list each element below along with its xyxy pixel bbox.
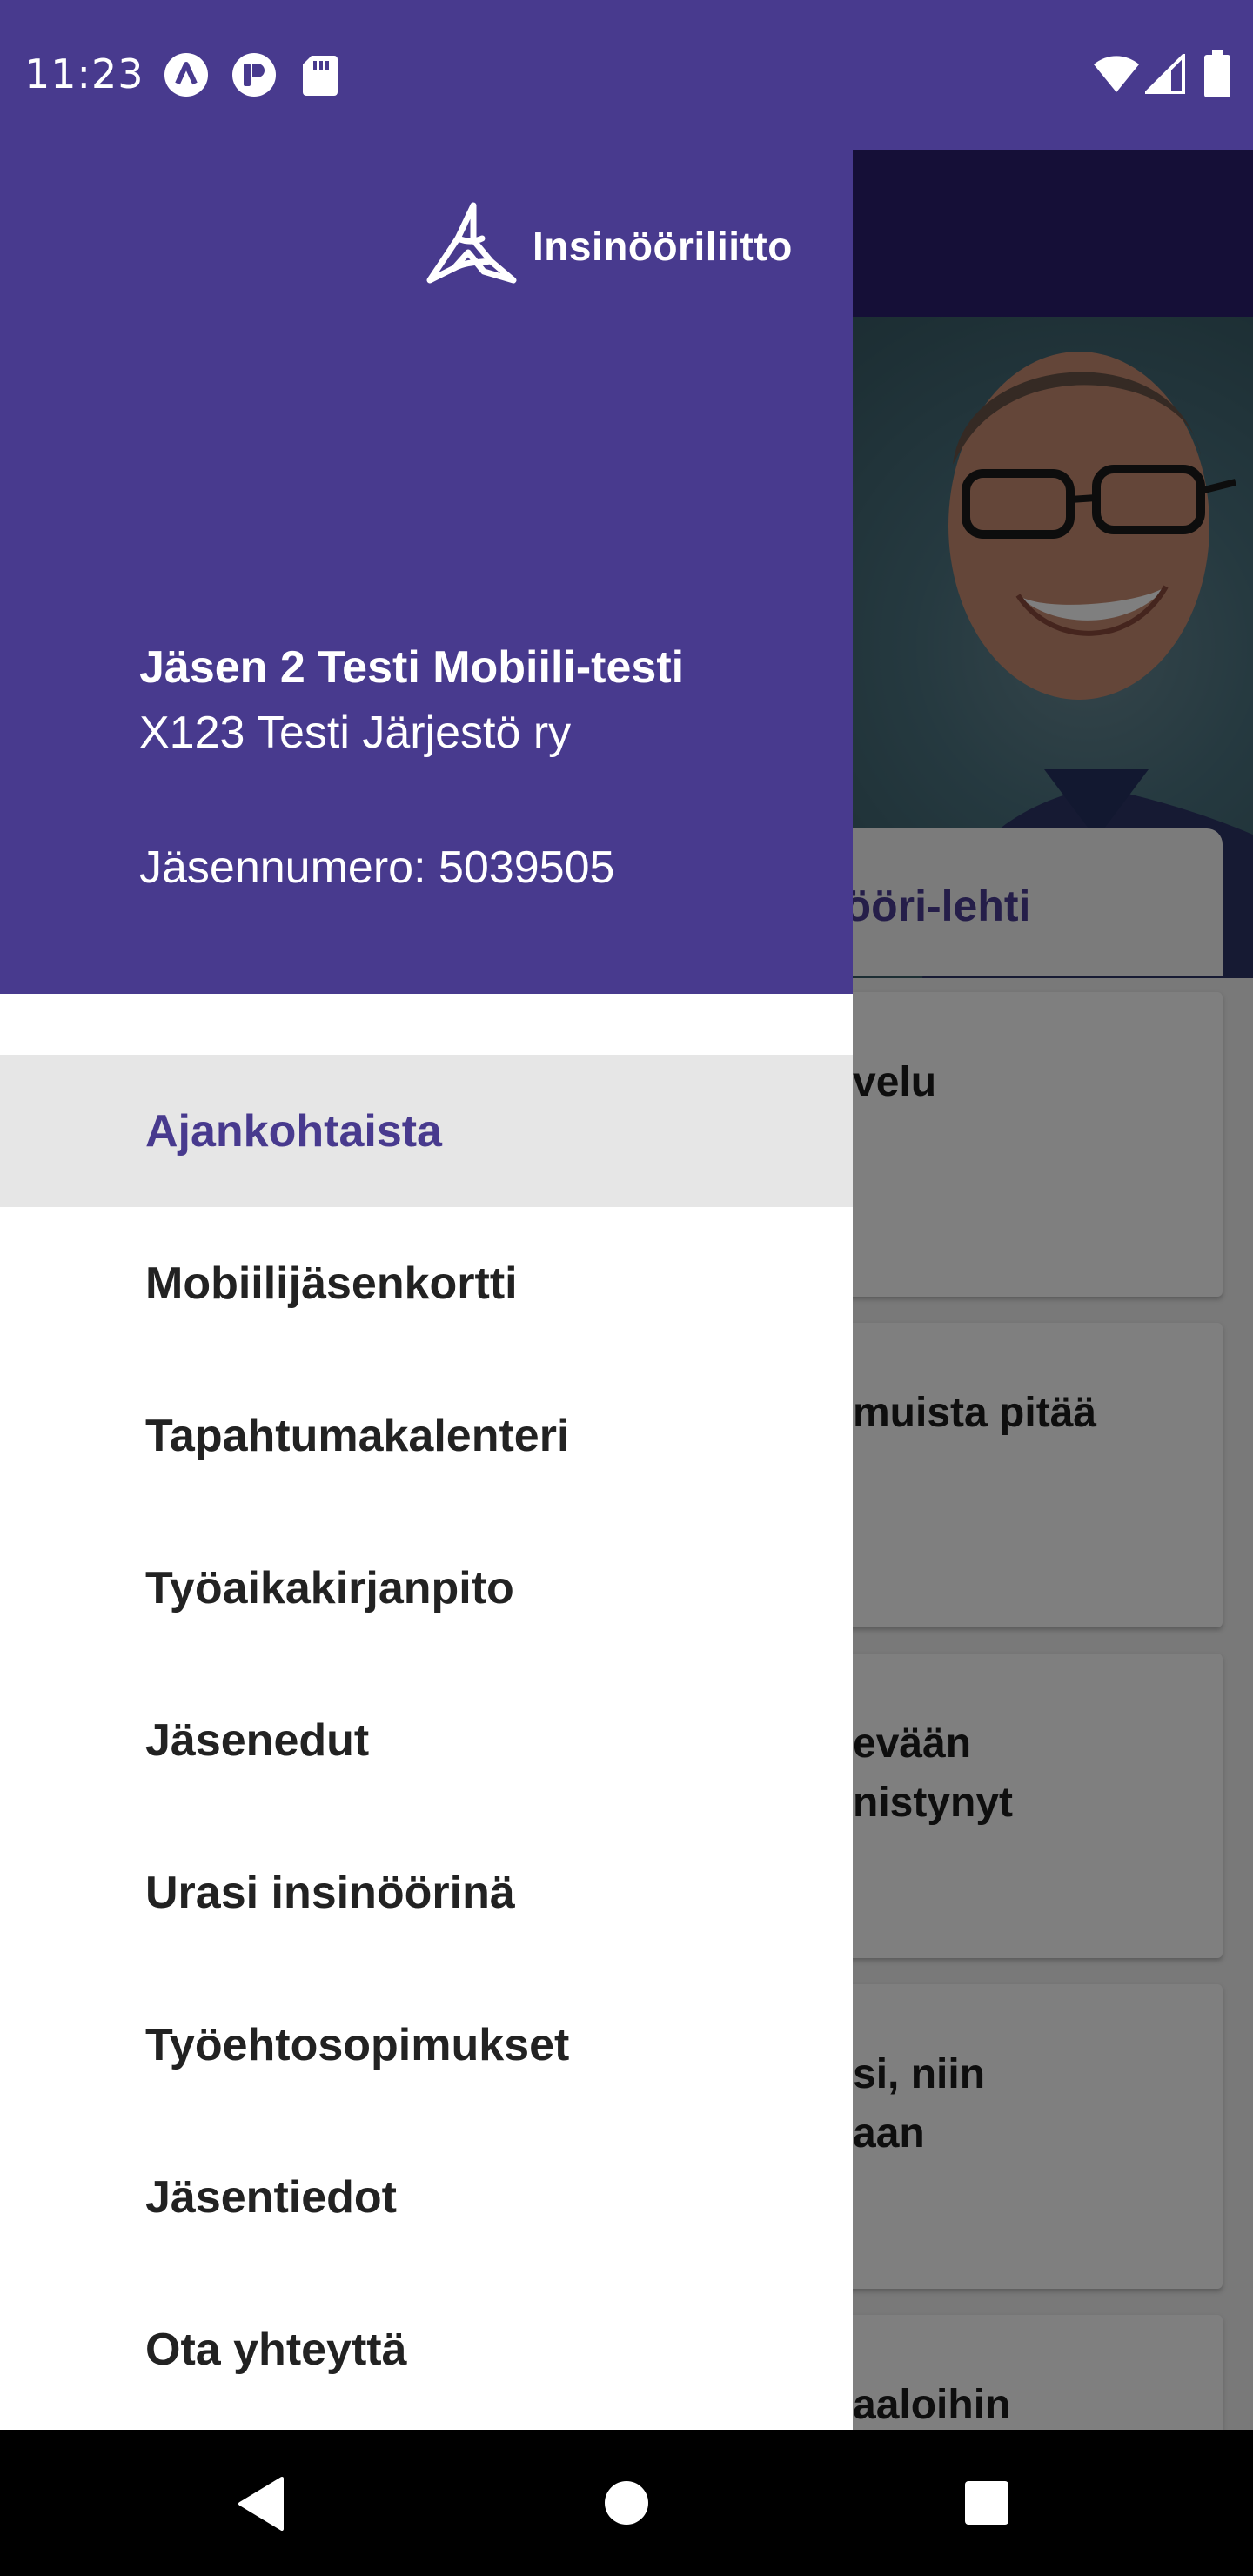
back-icon[interactable] — [237, 2477, 285, 2531]
menu-item-tyoehtosopimukset[interactable]: Työehtosopimukset — [0, 1969, 853, 2121]
app-icon-p — [232, 53, 276, 97]
menu-item-ajankohtaista[interactable]: Ajankohtaista — [0, 1055, 853, 1207]
menu-item-tapahtumakalenteri[interactable]: Tapahtumakalenteri — [0, 1359, 853, 1512]
recents-icon[interactable] — [964, 2480, 1009, 2526]
logo-text: Insinööriliitto — [533, 224, 793, 269]
battery-icon — [1204, 50, 1230, 97]
sd-card-icon — [303, 56, 338, 96]
menu-item-label: Tapahtumakalenteri — [145, 1411, 570, 1461]
menu-item-jasenedut[interactable]: Jäsenedut — [0, 1664, 853, 1816]
navigation-drawer: Insinööriliitto Jäsen 2 Testi Mobiili-te… — [0, 150, 853, 2430]
menu-item-label: Ota yhteyttä — [145, 2324, 407, 2375]
menu-item-tyoaikakirjanpito[interactable]: Työaikakirjanpito — [0, 1512, 853, 1664]
menu-item-label: Työaikakirjanpito — [145, 1563, 514, 1613]
wifi-icon — [1094, 56, 1139, 92]
menu-item-label: Urasi insinöörinä — [145, 1868, 515, 1918]
drawer-menu: Ajankohtaista Mobiilijäsenkortti Tapahtu… — [0, 1055, 853, 2425]
menu-item-label: Työehtosopimukset — [145, 2020, 570, 2070]
status-time: 11:23 — [24, 50, 144, 97]
menu-item-jasentiedot[interactable]: Jäsentiedot — [0, 2121, 853, 2273]
signal-icon — [1145, 54, 1185, 94]
menu-item-urasi-insinoorina[interactable]: Urasi insinöörinä — [0, 1816, 853, 1969]
status-bar: 11:23 — [0, 0, 1253, 150]
member-organization: X123 Testi Järjestö ry — [139, 708, 572, 758]
home-icon[interactable] — [604, 2480, 649, 2526]
menu-item-label: Jäsentiedot — [145, 2172, 397, 2223]
menu-item-ota-yhteytta[interactable]: Ota yhteyttä — [0, 2273, 853, 2425]
menu-item-label: Mobiilijäsenkortti — [145, 1258, 518, 1309]
menu-item-mobiilijasenkortti[interactable]: Mobiilijäsenkortti — [0, 1207, 853, 1359]
menu-item-label: Jäsenedut — [145, 1715, 370, 1766]
menu-item-label: Ajankohtaista — [145, 1106, 442, 1157]
system-nav-bar — [0, 2430, 1253, 2576]
member-number: Jäsennumero: 5039505 — [139, 842, 615, 893]
member-name: Jäsen 2 Testi Mobiili-testi — [139, 642, 685, 693]
drawer-header: Insinööriliitto Jäsen 2 Testi Mobiili-te… — [0, 150, 853, 994]
app-icon-a — [164, 53, 208, 97]
